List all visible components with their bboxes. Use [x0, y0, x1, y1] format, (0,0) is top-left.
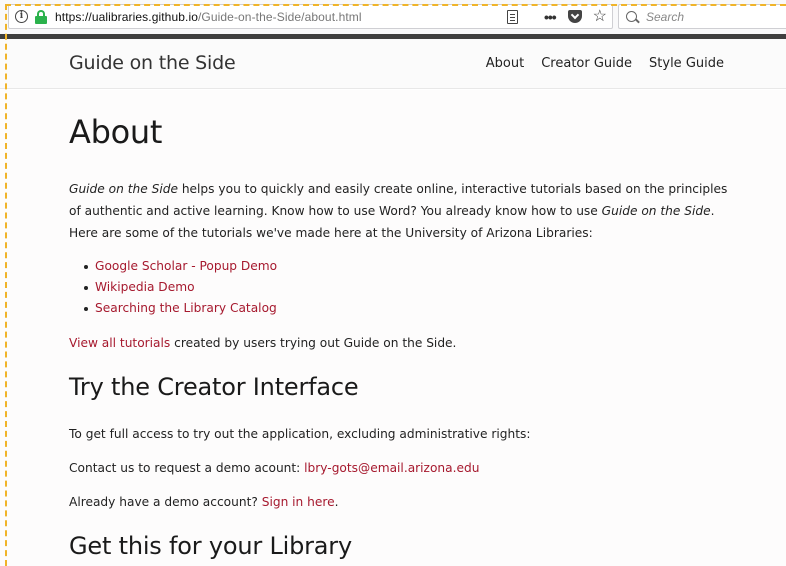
pocket-icon[interactable] [567, 10, 582, 23]
sign-in-link[interactable]: Sign in here [262, 495, 335, 509]
creator-interface-heading: Try the Creator Interface [69, 373, 359, 401]
url-actions: ••• ☆ [506, 5, 612, 28]
browser-search-input[interactable]: Search [618, 4, 786, 29]
list-item: Google Scholar - Popup Demo [83, 256, 277, 277]
site-header: Guide on the Side About Creator Guide St… [0, 39, 786, 89]
view-all-tutorials-link[interactable]: View all tutorials [69, 336, 170, 350]
url-bar[interactable]: i https://ualibraries.github.io/Guide-on… [8, 4, 613, 29]
info-icon[interactable]: i [15, 10, 28, 23]
contact-email-link[interactable]: lbry-gots@email.arizona.edu [304, 461, 479, 475]
list-item: Searching the Library Catalog [83, 298, 277, 319]
nav-style-guide[interactable]: Style Guide [649, 56, 724, 71]
url-text[interactable]: https://ualibraries.github.io/Guide-on-t… [55, 10, 362, 24]
nav-about[interactable]: About [486, 56, 524, 71]
search-placeholder: Search [646, 9, 685, 24]
nav-creator-guide[interactable]: Creator Guide [541, 56, 632, 71]
browser-toolbar: i https://ualibraries.github.io/Guide-on… [0, 0, 786, 34]
signin-paragraph: Already have a demo account? Sign in her… [69, 495, 339, 509]
page-actions-menu-icon[interactable]: ••• [544, 9, 557, 25]
search-icon [626, 11, 637, 22]
tutorial-link-google-scholar[interactable]: Google Scholar - Popup Demo [95, 259, 277, 273]
list-item: Wikipedia Demo [83, 277, 277, 298]
access-paragraph: To get full access to try out the applic… [69, 427, 531, 441]
site-nav: About Creator Guide Style Guide [486, 56, 724, 71]
contact-paragraph: Contact us to request a demo acount: lbr… [69, 461, 480, 475]
intro-paragraph: Guide on the Side helps you to quickly a… [69, 182, 728, 240]
tutorial-list: Google Scholar - Popup Demo Wikipedia De… [83, 256, 277, 319]
bookmark-star-icon[interactable]: ☆ [593, 8, 607, 25]
lock-icon[interactable] [35, 9, 47, 24]
view-all-paragraph: View all tutorials created by users tryi… [69, 336, 457, 350]
tutorial-link-library-catalog[interactable]: Searching the Library Catalog [95, 301, 277, 315]
site-title[interactable]: Guide on the Side [69, 52, 236, 74]
page-title: About [69, 113, 163, 151]
library-heading: Get this for your Library [69, 532, 352, 560]
reader-view-icon[interactable] [506, 9, 518, 24]
tutorial-link-wikipedia[interactable]: Wikipedia Demo [95, 280, 195, 294]
